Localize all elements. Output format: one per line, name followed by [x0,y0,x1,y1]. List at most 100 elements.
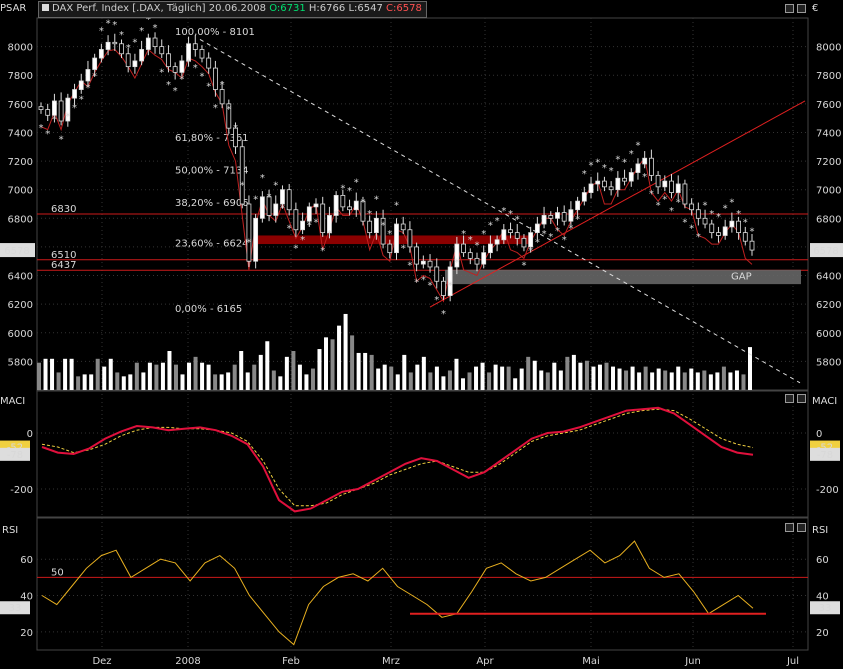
price-tick-right: 7200 [816,157,841,168]
volume-bar [597,364,602,390]
candle-body [595,180,601,185]
psar-dot: * [589,160,594,171]
candle-body [541,215,547,225]
psar-dot: * [387,229,392,240]
candle-body [420,260,426,265]
volume-bar [695,372,700,390]
volume-bar [382,364,387,390]
candle-body [246,203,252,262]
psar-dot: * [220,80,225,91]
psar-dot: * [521,261,526,272]
psar-dot: * [595,158,600,169]
candle-body [373,217,379,234]
psar-dot: * [481,229,486,240]
psar-dot: * [314,218,319,229]
month-tick-label: Jun [684,656,701,667]
price-tick-left: 7800 [8,71,33,82]
candle-body [92,57,98,70]
candle-body [662,180,668,188]
candle-body [38,106,44,110]
volume-bar [558,370,563,390]
candle-body [347,206,352,211]
price-tick-right: 6400 [816,272,841,283]
candle-body [736,220,741,234]
psar-dot: * [689,223,694,234]
psar-dot: * [642,172,647,183]
candle-body [280,189,285,205]
month-tick-label: Mrz [382,656,400,667]
price-tick-right: 6800 [816,214,841,225]
volume-bar [578,362,583,390]
volume-bar [656,368,661,390]
candle-body [481,252,487,265]
psar-dot: * [132,37,137,48]
psar-dot: * [682,218,687,229]
psar-dot: * [495,216,500,227]
candle-body [608,186,614,191]
month-tick-label: Apr [476,656,494,667]
psar-dot: * [226,105,231,116]
psar-dot: * [488,220,493,231]
rsi-pane[interactable]: 50 [37,540,808,646]
volume-bar [134,362,139,390]
volume-bar [284,356,289,390]
candle-body [655,174,661,188]
candle-body [749,240,755,251]
psar-dot: * [448,281,453,292]
volume-bar [363,352,368,390]
volume-bar [487,372,492,390]
psar-dot: * [729,198,734,209]
volume-bar [252,364,257,390]
psar-dot: * [662,195,667,206]
volume-bar [721,366,726,390]
psar-dot: * [139,26,144,37]
psar-dot: * [65,112,70,123]
candle-body [306,206,312,222]
price-tick-left: 7400 [8,128,33,139]
candle-body [85,69,91,82]
rsi-50-label: 50 [51,567,64,578]
candle-body [320,203,326,234]
psar-dot: * [401,243,406,254]
candle-body [602,180,607,188]
macd-pane-label-right: MACI [812,396,838,407]
rsi-pane-label: RSI [2,525,19,536]
minimize-button[interactable] [785,4,794,13]
candle-body [434,266,440,282]
candle-body [394,223,399,254]
psar-dot: * [414,278,419,289]
psar-dot: * [696,232,701,243]
macd-pane[interactable] [41,406,754,513]
price-tick-right: 7400 [816,128,841,139]
psar-dot: * [186,57,191,68]
axes: 5800580060006000620062006400640066006600… [0,43,843,667]
candle-body [259,196,265,219]
psar-dot: * [340,183,345,194]
psar-dot: * [609,166,614,177]
volume-bar [160,362,165,390]
psar-dot: * [119,30,124,41]
psar-dot: * [528,246,533,257]
psar-dot: * [508,209,513,220]
volume-bar [474,366,479,390]
rsi-minimize-button[interactable] [785,523,794,532]
psar-dot: * [615,155,620,166]
chart-title-bar[interactable]: DAX Perf. Index [.DAX, Täglich] 20.06.20… [38,1,427,18]
candle-body [648,157,654,176]
psar-dot: * [394,200,399,211]
candle-body [615,177,621,191]
macd-close-button[interactable] [797,394,806,403]
macd-minimize-button[interactable] [785,394,794,403]
close-button[interactable] [797,4,806,13]
rsi-close-button[interactable] [797,523,806,532]
price-pane[interactable]: 100,00% - 810161,80% - 736150,00% - 7134… [37,14,808,390]
candle-body [300,220,305,231]
volume-bar [187,362,192,390]
psar-dot: * [280,203,285,214]
volume-bar [676,366,681,390]
volume-bar [173,364,178,390]
chart-canvas: 100,00% - 810161,80% - 736150,00% - 7134… [0,14,843,667]
price-tick-right: 6200 [816,300,841,311]
month-tick-label: Feb [282,656,300,667]
psar-dot: * [206,82,211,93]
